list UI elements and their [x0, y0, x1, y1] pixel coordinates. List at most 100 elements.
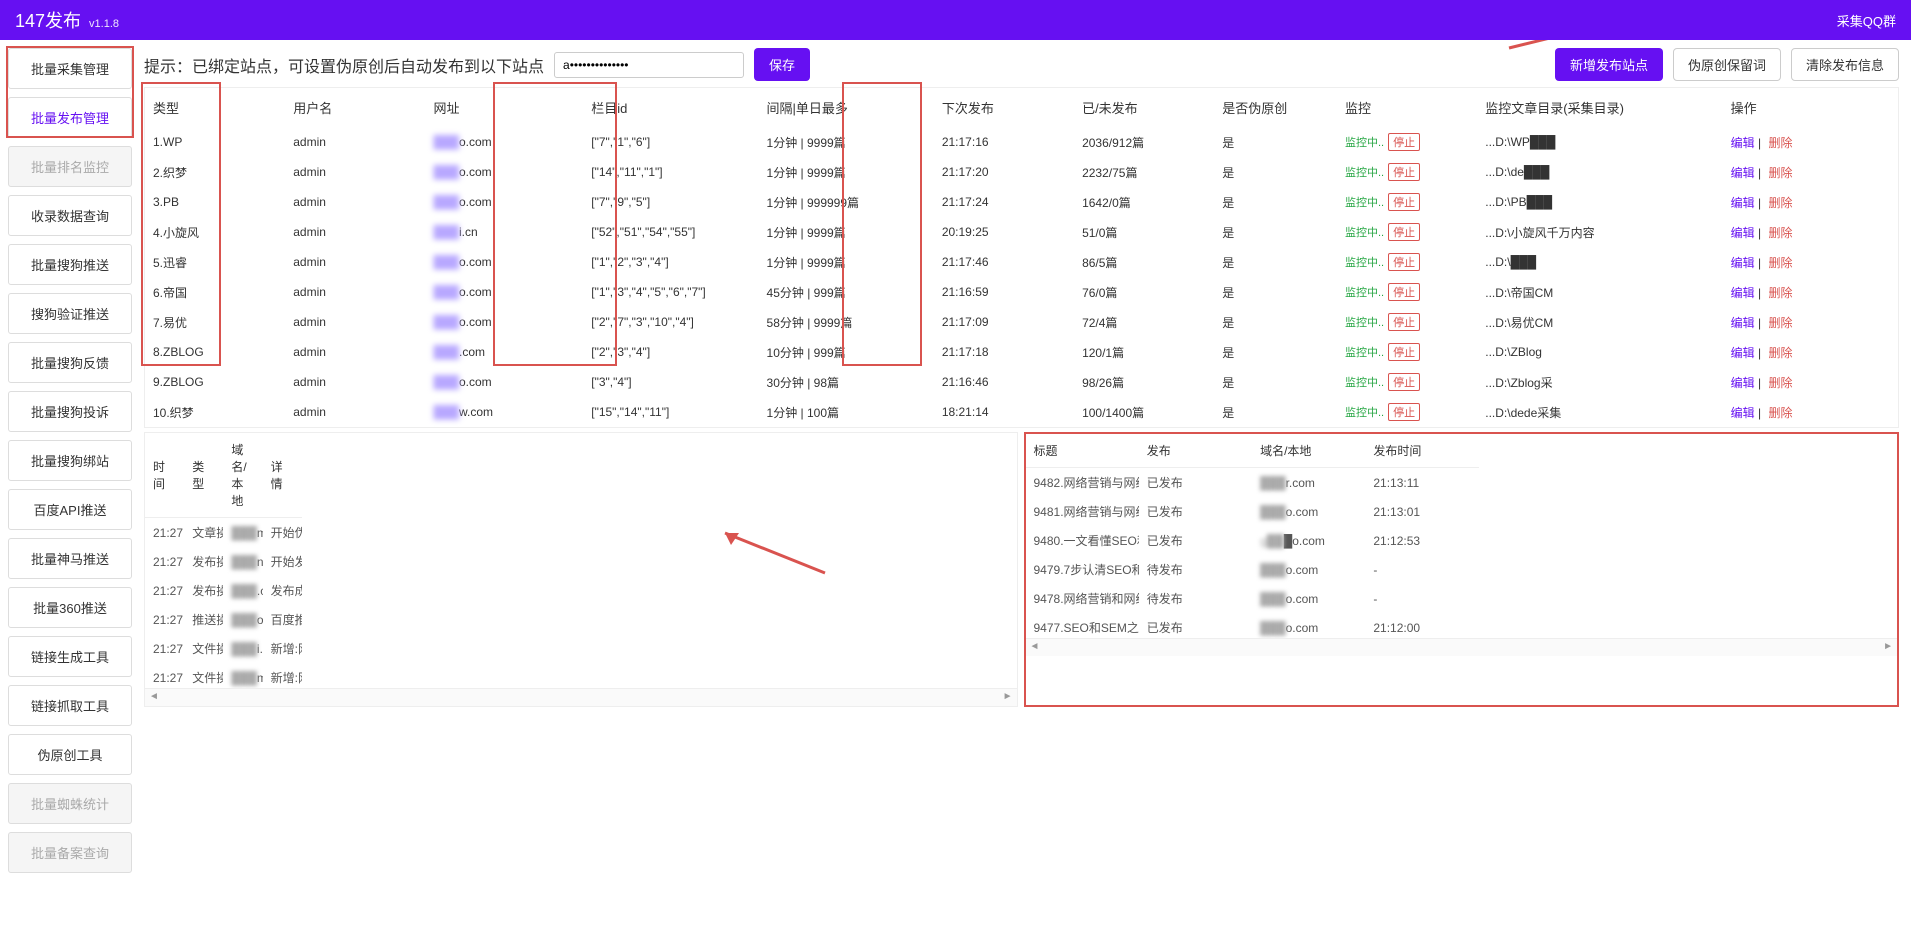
edit-link[interactable]: 编辑 [1731, 316, 1755, 330]
keep-words-button[interactable]: 伪原创保留词 [1673, 48, 1781, 81]
sidebar-item-6[interactable]: 批量搜狗反馈 [8, 342, 132, 383]
log-row: 9479.7步认清SEO和SEM的区别siteserver发布工具待发布███o… [1026, 555, 1479, 584]
cell: 10分钟 | 999篇 [759, 337, 934, 367]
sidebar-item-9[interactable]: 百度API推送 [8, 489, 132, 530]
stop-button[interactable]: 停止 [1388, 313, 1420, 331]
save-button[interactable]: 保存 [754, 48, 810, 81]
qq-group-link[interactable]: 采集QQ群 [1837, 11, 1896, 30]
cell: 21:27:50 [145, 663, 184, 688]
edit-link[interactable]: 编辑 [1731, 376, 1755, 390]
delete-link[interactable]: 删除 [1768, 256, 1792, 270]
col-header: 监控 [1337, 88, 1477, 127]
cell: 72/4篇 [1074, 307, 1214, 337]
edit-link[interactable]: 编辑 [1731, 406, 1755, 420]
cell: 新增:网站优化一般多少钱.txt [263, 634, 302, 663]
stop-button[interactable]: 停止 [1388, 283, 1420, 301]
cell: admin [285, 247, 425, 277]
sidebar-item-14[interactable]: 伪原创工具 [8, 734, 132, 775]
delete-link[interactable]: 删除 [1768, 136, 1792, 150]
cell: 2.织梦 [145, 157, 285, 187]
cell: admin [285, 157, 425, 187]
cell: ███o.com [1252, 613, 1365, 638]
delete-link[interactable]: 删除 [1768, 226, 1792, 240]
cell: 9481.网络营销与网络营销的差别米拓采集伪原创 [1026, 497, 1139, 526]
cell: 45分钟 | 999篇 [759, 277, 934, 307]
cell: 18:21:14 [934, 397, 1074, 427]
stop-button[interactable]: 停止 [1388, 193, 1420, 211]
delete-link[interactable]: 删除 [1768, 346, 1792, 360]
cell: 发布成功:phpcmscmsv9采集爬虫███ [263, 576, 302, 605]
cell: 是 [1214, 187, 1337, 217]
cell: ███o.com [1252, 555, 1365, 584]
sidebar-item-12[interactable]: 链接生成工具 [8, 636, 132, 677]
sidebar-item-2: 批量排名监控 [8, 146, 132, 187]
delete-link[interactable]: 删除 [1768, 286, 1792, 300]
right-scrollbar[interactable] [1026, 638, 1898, 656]
url-cell: ███o.com [425, 157, 583, 187]
clear-info-button[interactable]: 清除发布信息 [1791, 48, 1899, 81]
edit-link[interactable]: 编辑 [1731, 166, 1755, 180]
left-scrollbar[interactable] [145, 688, 1017, 706]
cell: ███o.com [1252, 497, 1365, 526]
cell: 21:17:09 [934, 307, 1074, 337]
sidebar-item-5[interactable]: 搜狗验证推送 [8, 293, 132, 334]
edit-link[interactable]: 编辑 [1731, 286, 1755, 300]
add-site-button[interactable]: 新增发布站点 [1555, 48, 1663, 81]
cell: 21:17:46 [934, 247, 1074, 277]
cell: 1分钟 | 9999篇 [759, 127, 934, 157]
table-row: 7.易优admin███o.com["2","7","3","10","4"]5… [145, 307, 1898, 337]
sidebar-item-13[interactable]: 链接抓取工具 [8, 685, 132, 726]
cell: 新增:网站优化一般多少钱.txt [263, 663, 302, 688]
cell: 百度推送成功[la████n]剩余额度:2020条 [263, 605, 302, 634]
stop-button[interactable]: 停止 [1388, 343, 1420, 361]
stop-button[interactable]: 停止 [1388, 163, 1420, 181]
col-header: 类型 [184, 433, 223, 518]
sidebar-item-3[interactable]: 收录数据查询 [8, 195, 132, 236]
delete-link[interactable]: 删除 [1768, 166, 1792, 180]
app-version: v1.1.8 [89, 18, 119, 30]
col-header: 间隔|单日最多 [759, 88, 934, 127]
cell: ███r.com [1252, 468, 1365, 497]
edit-link[interactable]: 编辑 [1731, 196, 1755, 210]
edit-link[interactable]: 编辑 [1731, 346, 1755, 360]
token-input[interactable] [554, 52, 744, 78]
stop-button[interactable]: 停止 [1388, 133, 1420, 151]
cell: 发布操作 [184, 576, 223, 605]
sidebar-item-4[interactable]: 批量搜狗推送 [8, 244, 132, 285]
cell: ███m.com [223, 663, 262, 688]
stop-button[interactable]: 停止 [1388, 223, 1420, 241]
delete-link[interactable]: 删除 [1768, 316, 1792, 330]
cell: 4.小旋风 [145, 217, 285, 247]
delete-link[interactable]: 删除 [1768, 196, 1792, 210]
cell: 开始发布:网站优化一般多少钱 [263, 547, 302, 576]
sidebar-item-8[interactable]: 批量搜狗绑站 [8, 440, 132, 481]
cell: 21:12:00 [1365, 613, 1478, 638]
stop-button[interactable]: 停止 [1388, 403, 1420, 421]
edit-link[interactable]: 编辑 [1731, 136, 1755, 150]
monitor-status: 监控中.. [1345, 407, 1384, 419]
stop-button[interactable]: 停止 [1388, 253, 1420, 271]
sidebar-item-7[interactable]: 批量搜狗投诉 [8, 391, 132, 432]
cell: 21:27:54 [145, 576, 184, 605]
col-header: 时间 [145, 433, 184, 518]
sidebar-item-0[interactable]: 批量采集管理 [8, 48, 132, 89]
table-row: 10.织梦admin███w.com["15","14","11"]1分钟 | … [145, 397, 1898, 427]
cell: - [1365, 555, 1478, 584]
edit-link[interactable]: 编辑 [1731, 226, 1755, 240]
right-log-panel: 标题发布域名/本地发布时间 9482.网络营销与网络营销有多么差别_迅睿采集系统… [1024, 432, 1900, 707]
cell: 21:27:54 [145, 605, 184, 634]
cell: 已发布 [1139, 468, 1252, 497]
delete-link[interactable]: 删除 [1768, 406, 1792, 420]
main-table-wrap: 类型用户名网址栏目id间隔|单日最多下次发布已/未发布是否伪原创监控监控文章目录… [144, 87, 1899, 428]
table-row: 8.ZBLOGadmin███.com["2","3","4"]10分钟 | 9… [145, 337, 1898, 367]
cell: 21:27:57 [145, 547, 184, 576]
cell: 2036/912篇 [1074, 127, 1214, 157]
edit-link[interactable]: 编辑 [1731, 256, 1755, 270]
delete-link[interactable]: 删除 [1768, 376, 1792, 390]
sidebar-item-10[interactable]: 批量神马推送 [8, 538, 132, 579]
stop-button[interactable]: 停止 [1388, 373, 1420, 391]
cell: - [1365, 584, 1478, 613]
sidebar-item-1[interactable]: 批量发布管理 [8, 97, 132, 138]
sidebar-item-11[interactable]: 批量360推送 [8, 587, 132, 628]
cell: 6.帝国 [145, 277, 285, 307]
